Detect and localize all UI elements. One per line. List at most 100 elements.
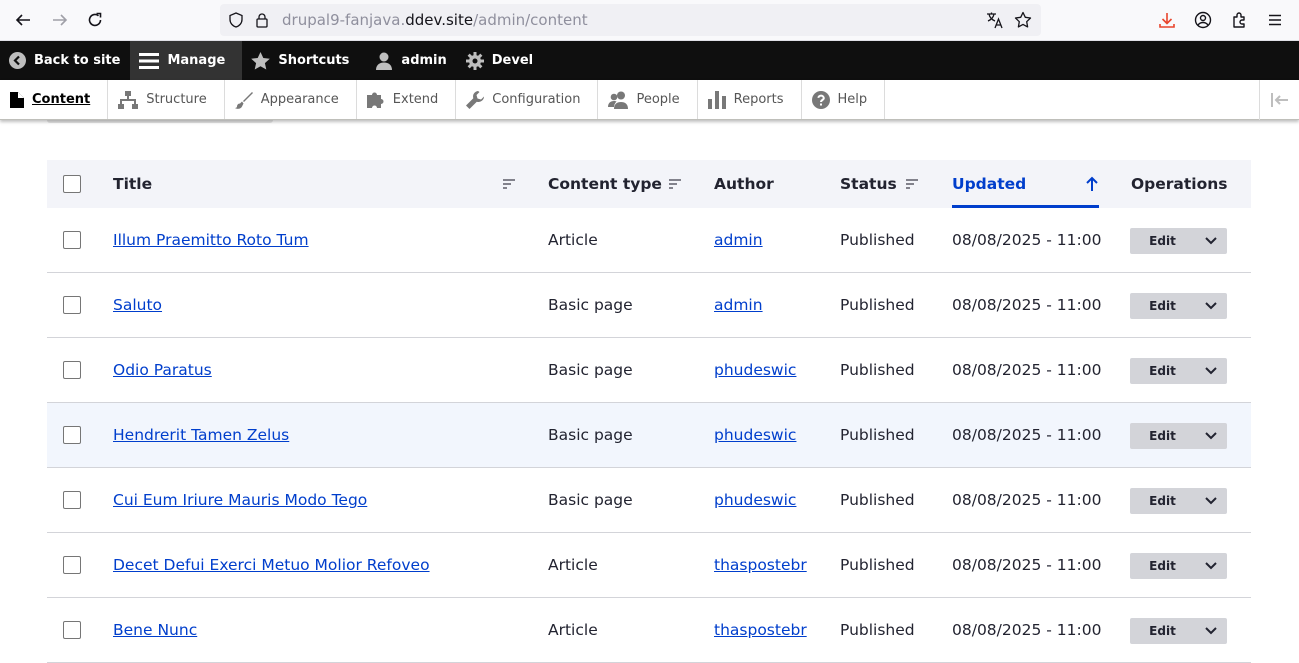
dropbutton-toggle[interactable] [1195, 228, 1227, 254]
chevron-down-icon [1205, 237, 1217, 245]
dropbutton-toggle[interactable] [1195, 358, 1227, 384]
table-header: Title Content type Author Status Updated… [47, 160, 1251, 208]
extensions-icon[interactable] [1229, 9, 1251, 31]
people-icon [608, 91, 629, 109]
sort-icon[interactable] [906, 179, 918, 189]
node-title-link[interactable]: Saluto [113, 296, 162, 314]
header-author: Author [714, 175, 774, 193]
node-title-link[interactable]: Odio Paratus [113, 361, 212, 379]
reload-icon[interactable] [81, 6, 109, 34]
edit-button[interactable]: Edit [1130, 293, 1195, 319]
lock-icon[interactable] [254, 12, 270, 28]
menu-icon[interactable] [1264, 9, 1286, 31]
tray-item-people[interactable]: People [598, 80, 698, 119]
header-title[interactable]: Title [113, 175, 152, 193]
structure-icon [118, 90, 139, 109]
dropbutton-toggle[interactable] [1195, 618, 1227, 644]
back-circle-icon [9, 52, 26, 69]
translate-icon[interactable] [986, 11, 1004, 29]
header-status[interactable]: Status [840, 175, 897, 193]
status-cell: Published [840, 621, 915, 639]
edit-button[interactable]: Edit [1130, 423, 1195, 449]
table-row: Odio Paratus Basic page phudeswic Published… [47, 338, 1251, 403]
tray-orientation-toggle[interactable] [1259, 80, 1299, 120]
tray-item-label: Appearance [260, 92, 339, 107]
tray-item-appearance[interactable]: Appearance [225, 80, 357, 119]
table-row: Bene Nunc Article thaspostebr Published 08/0… [47, 598, 1251, 663]
table-row: Hendrerit Tamen Zelus Basic page phudeswic… [47, 403, 1251, 468]
dropbutton-toggle[interactable] [1195, 553, 1227, 579]
toolbar-item-label: Manage [167, 53, 226, 68]
author-link[interactable]: thaspostebr [714, 621, 807, 639]
edit-button[interactable]: Edit [1130, 618, 1195, 644]
bookmark-star-icon[interactable] [1014, 11, 1032, 29]
account-icon[interactable] [1192, 9, 1214, 31]
tray-item-label: Structure [146, 92, 207, 107]
status-cell: Published [840, 231, 915, 249]
author-link[interactable]: phudeswic [714, 426, 796, 444]
node-title-link[interactable]: Illum Praemitto Roto Tum [113, 231, 309, 249]
node-title-link[interactable]: Bene Nunc [113, 621, 197, 639]
sort-icon[interactable] [669, 179, 681, 189]
author-link[interactable]: thaspostebr [714, 556, 807, 574]
toolbar-devel[interactable]: Devel [457, 41, 543, 80]
edit-button[interactable]: Edit [1130, 488, 1195, 514]
row-checkbox[interactable] [63, 621, 81, 639]
tray-item-structure[interactable]: Structure [108, 80, 225, 119]
chevron-down-icon [1205, 432, 1217, 440]
admin-toolbar: Back to site Manage Shortcuts admin Deve… [0, 41, 1299, 80]
row-checkbox[interactable] [63, 426, 81, 444]
tray-item-help[interactable]: Help [802, 80, 886, 119]
operations-dropbutton: Edit [1130, 618, 1227, 644]
author-link[interactable]: phudeswic [714, 361, 796, 379]
node-title-link[interactable]: Cui Eum Iriure Mauris Modo Tego [113, 491, 367, 509]
toolbar-user[interactable]: admin [359, 41, 456, 80]
toolbar-item-label: admin [401, 53, 447, 68]
back-arrow-icon[interactable] [9, 6, 37, 34]
content-table: Title Content type Author Status Updated… [47, 160, 1251, 663]
edit-button[interactable]: Edit [1130, 358, 1195, 384]
sort-ascending-icon[interactable] [1085, 176, 1099, 192]
tray-item-reports[interactable]: Reports [698, 80, 802, 119]
row-checkbox[interactable] [63, 296, 81, 314]
author-link[interactable]: admin [714, 231, 763, 249]
row-checkbox[interactable] [63, 556, 81, 574]
row-checkbox[interactable] [63, 231, 81, 249]
chevron-down-icon [1205, 627, 1217, 635]
dropbutton-toggle[interactable] [1195, 488, 1227, 514]
node-title-link[interactable]: Decet Defui Exerci Metuo Molior Refoveo [113, 556, 430, 574]
bar-chart-icon [707, 90, 726, 109]
tray-item-content[interactable]: Content [0, 80, 109, 119]
tray-item-label: Extend [392, 92, 439, 107]
author-link[interactable]: phudeswic [714, 491, 796, 509]
header-updated[interactable]: Updated [952, 175, 1026, 193]
shield-icon[interactable] [228, 12, 244, 28]
edit-button[interactable]: Edit [1130, 553, 1195, 579]
url-text: drupal9-fanjava.ddev.site/admin/content [282, 11, 588, 29]
tray-item-label: People [636, 92, 680, 107]
toolbar-item-label: Back to site [34, 53, 121, 68]
node-title-link[interactable]: Hendrerit Tamen Zelus [113, 426, 289, 444]
tray-item-label: Reports [733, 92, 784, 107]
content-type-cell: Basic page [548, 361, 633, 379]
toolbar-back-to-site[interactable]: Back to site [0, 41, 130, 80]
row-checkbox[interactable] [63, 491, 81, 509]
select-all-checkbox[interactable] [63, 175, 81, 193]
tray-item-extend[interactable]: Extend [357, 80, 457, 119]
content-type-cell: Basic page [548, 296, 633, 314]
dropbutton-toggle[interactable] [1195, 423, 1227, 449]
author-link[interactable]: admin [714, 296, 763, 314]
edit-button[interactable]: Edit [1130, 228, 1195, 254]
toolbar-shortcuts[interactable]: Shortcuts [242, 41, 359, 80]
user-icon [375, 52, 393, 70]
header-content-type[interactable]: Content type [548, 175, 662, 193]
tray-item-configuration[interactable]: Configuration [456, 80, 599, 119]
dropbutton-toggle[interactable] [1195, 293, 1227, 319]
url-bar[interactable]: drupal9-fanjava.ddev.site/admin/content [220, 4, 1041, 36]
forward-arrow-icon[interactable] [46, 6, 74, 34]
sort-icon[interactable] [503, 179, 515, 189]
row-checkbox[interactable] [63, 361, 81, 379]
toolbar-manage[interactable]: Manage [130, 41, 243, 80]
download-icon[interactable] [1156, 9, 1178, 31]
operations-dropbutton: Edit [1130, 488, 1227, 514]
